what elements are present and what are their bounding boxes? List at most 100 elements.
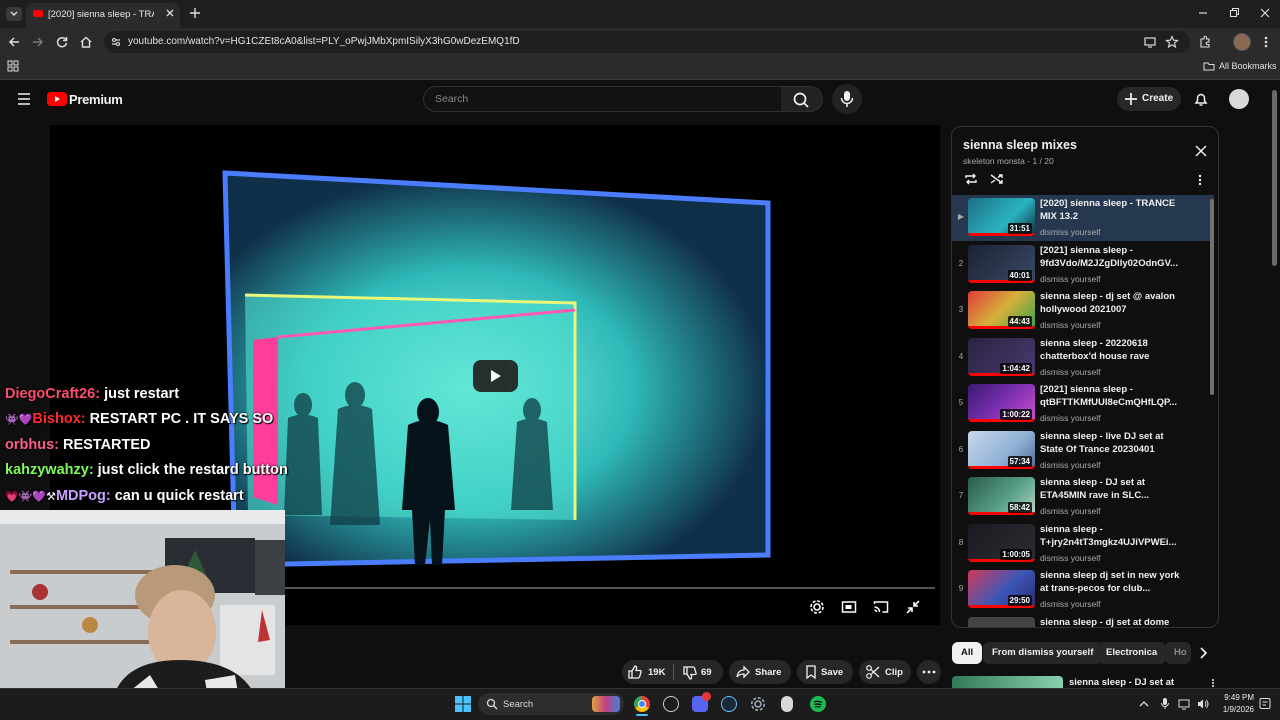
steam-icon[interactable] [721, 696, 737, 712]
dislike-button[interactable] [682, 665, 698, 681]
playlist-item-title: [2021] sienna sleep - qtBFTTKMfUUI8eCmQH… [1040, 384, 1178, 408]
back-icon[interactable] [7, 35, 21, 49]
playlist-item-title: sienna sleep - DJ set at ETA45MIN rave i… [1040, 477, 1150, 501]
playlist-item[interactable]: 8 1:00:05 sienna sleep - T+jry2n4tT3mgkz… [952, 521, 1214, 567]
playlist-item[interactable]: 5 1:00:22 [2021] sienna sleep - qtBFTTKM… [952, 381, 1214, 427]
playlist-title[interactable]: sienna sleep mixes [963, 138, 1077, 152]
chip-from-channel[interactable]: From dismiss yourself [983, 642, 1103, 664]
windows-start-icon[interactable] [455, 696, 471, 712]
playlist-item-index: 9 [958, 584, 964, 593]
chip-house[interactable]: Ho [1165, 642, 1191, 664]
fullscreen-exit-icon[interactable] [905, 599, 921, 615]
recommended-video-thumbnail[interactable] [952, 676, 1063, 688]
tab-search-button[interactable] [6, 7, 22, 21]
network-icon[interactable] [1177, 697, 1191, 711]
playlist-close-icon[interactable] [1194, 144, 1208, 158]
reload-icon[interactable] [55, 35, 69, 49]
loop-icon[interactable] [963, 172, 979, 186]
playlist-item-thumbnail: 1:00:22 [968, 384, 1035, 422]
chat-username: Bishox: [32, 411, 86, 427]
chat-username: kahzywahzy: [5, 462, 94, 478]
chat-text: just click the restard button [97, 462, 288, 478]
account-avatar[interactable] [1229, 89, 1249, 109]
share-label: Share [755, 667, 782, 678]
spotify-icon[interactable] [810, 696, 826, 712]
tray-microphone-icon[interactable] [1160, 697, 1170, 711]
playlist-more-icon[interactable] [1195, 173, 1205, 187]
forward-icon[interactable] [31, 35, 45, 49]
app-clock-icon[interactable] [663, 696, 679, 712]
minimize-icon[interactable] [1196, 6, 1210, 20]
chips-next-chevron-icon[interactable] [1196, 646, 1210, 660]
voice-search-button[interactable] [832, 84, 862, 114]
tab-close-icon[interactable] [164, 6, 176, 20]
playlist-item-title: [2021] sienna sleep - 9fd3Vdo/M2JZgDlly0… [1040, 245, 1178, 269]
scissors-icon [866, 665, 880, 679]
mouse-app-icon[interactable] [781, 696, 793, 712]
save-label: Save [821, 667, 844, 678]
settings-gear-icon[interactable] [809, 599, 825, 615]
chip-all[interactable]: All [952, 642, 983, 664]
playlist-item[interactable]: 4 1:04:42 sienna sleep - 20220618 chatte… [952, 335, 1214, 381]
search-button[interactable] [781, 86, 823, 112]
chat-username: orbhus: [5, 437, 59, 453]
playlist-item[interactable]: 6 57:34 sienna sleep - live DJ set at St… [952, 428, 1214, 474]
like-count: 19K [648, 667, 666, 678]
playlist-item-title: sienna sleep dj set in new york at trans… [1040, 570, 1180, 594]
extensions-icon[interactable] [1198, 35, 1212, 49]
taskbar-date[interactable]: 1/9/2026 [1216, 705, 1254, 714]
tray-overflow-chevron-icon[interactable] [1138, 698, 1150, 710]
clip-button[interactable]: Clip [859, 660, 911, 684]
youtube-logo-icon[interactable] [47, 92, 67, 106]
home-icon[interactable] [79, 35, 93, 49]
playlist-item[interactable]: 2 40:01 [2021] sienna sleep - 9fd3Vdo/M2… [952, 242, 1214, 288]
chip-electronica[interactable]: Electronica [1097, 642, 1167, 664]
playlist-item-title: sienna sleep - T+jry2n4tT3mgkz4UJiVPWEi.… [1040, 524, 1177, 548]
playlist-item[interactable]: 7 58:42 sienna sleep - DJ set at ETA45MI… [952, 474, 1214, 520]
cast-icon[interactable] [873, 599, 889, 615]
site-info-icon[interactable] [110, 36, 122, 48]
miniplayer-icon[interactable] [841, 599, 857, 615]
profile-avatar[interactable] [1233, 33, 1251, 51]
playlist-item[interactable]: 9 29:50 sienna sleep dj set in new york … [952, 567, 1214, 613]
youtube-premium-logo[interactable]: Premium [69, 92, 123, 107]
playlist-item-title: sienna sleep - live DJ set at State Of T… [1040, 431, 1164, 455]
play-button[interactable] [473, 360, 518, 392]
chat-username: DiegoCraft26: [5, 386, 101, 402]
cast-tab-icon[interactable] [1143, 35, 1157, 49]
taskbar-time[interactable]: 9:49 PM [1216, 693, 1254, 702]
taskbar-search-box[interactable]: Search [478, 693, 624, 715]
recommended-video-title[interactable]: sienna sleep - DJ set at [1069, 677, 1174, 688]
playlist-item[interactable]: sienna sleep - dj set at dome [952, 614, 1214, 627]
chrome-taskbar-icon[interactable] [634, 696, 650, 712]
playlist-scrollbar-thumb[interactable] [1210, 199, 1214, 395]
playlist-item[interactable]: 3 44:43 sienna sleep - dj set @ avalon h… [952, 288, 1214, 334]
recommended-video-more-icon[interactable] [1209, 678, 1217, 688]
hamburger-menu-icon[interactable] [16, 92, 32, 106]
plus-icon [1125, 93, 1137, 105]
bookmark-star-icon[interactable] [1165, 35, 1179, 49]
chrome-menu-icon[interactable] [1260, 35, 1272, 49]
dislike-count: 69 [701, 667, 712, 678]
shuffle-icon[interactable] [989, 172, 1005, 186]
page-scrollbar-thumb[interactable] [1272, 90, 1277, 266]
apps-grid-icon[interactable] [7, 60, 19, 72]
like-button[interactable] [627, 664, 643, 680]
save-button[interactable]: Save [797, 660, 853, 684]
discord-icon[interactable] [692, 692, 711, 712]
search-input[interactable]: Search [423, 86, 782, 112]
playlist-item-channel: dismiss yourself [1040, 553, 1101, 563]
volume-icon[interactable] [1196, 697, 1210, 711]
playlist-item-thumbnail: 31:51 [968, 198, 1035, 236]
playlist-item[interactable]: ▶ 31:51 [2020] sienna sleep - TRANCE MIX… [952, 195, 1214, 241]
share-button[interactable]: Share [729, 660, 791, 684]
new-tab-icon[interactable] [188, 6, 202, 20]
window-close-icon[interactable] [1258, 6, 1272, 20]
notifications-bell-icon[interactable] [1193, 91, 1209, 107]
settings-taskbar-icon[interactable] [750, 696, 766, 712]
more-actions-button[interactable] [917, 660, 941, 684]
restore-icon[interactable] [1227, 6, 1241, 20]
create-button[interactable]: Create [1117, 87, 1181, 111]
all-bookmarks-link[interactable]: All Bookmarks [1219, 61, 1277, 71]
notification-center-icon[interactable] [1259, 697, 1271, 711]
